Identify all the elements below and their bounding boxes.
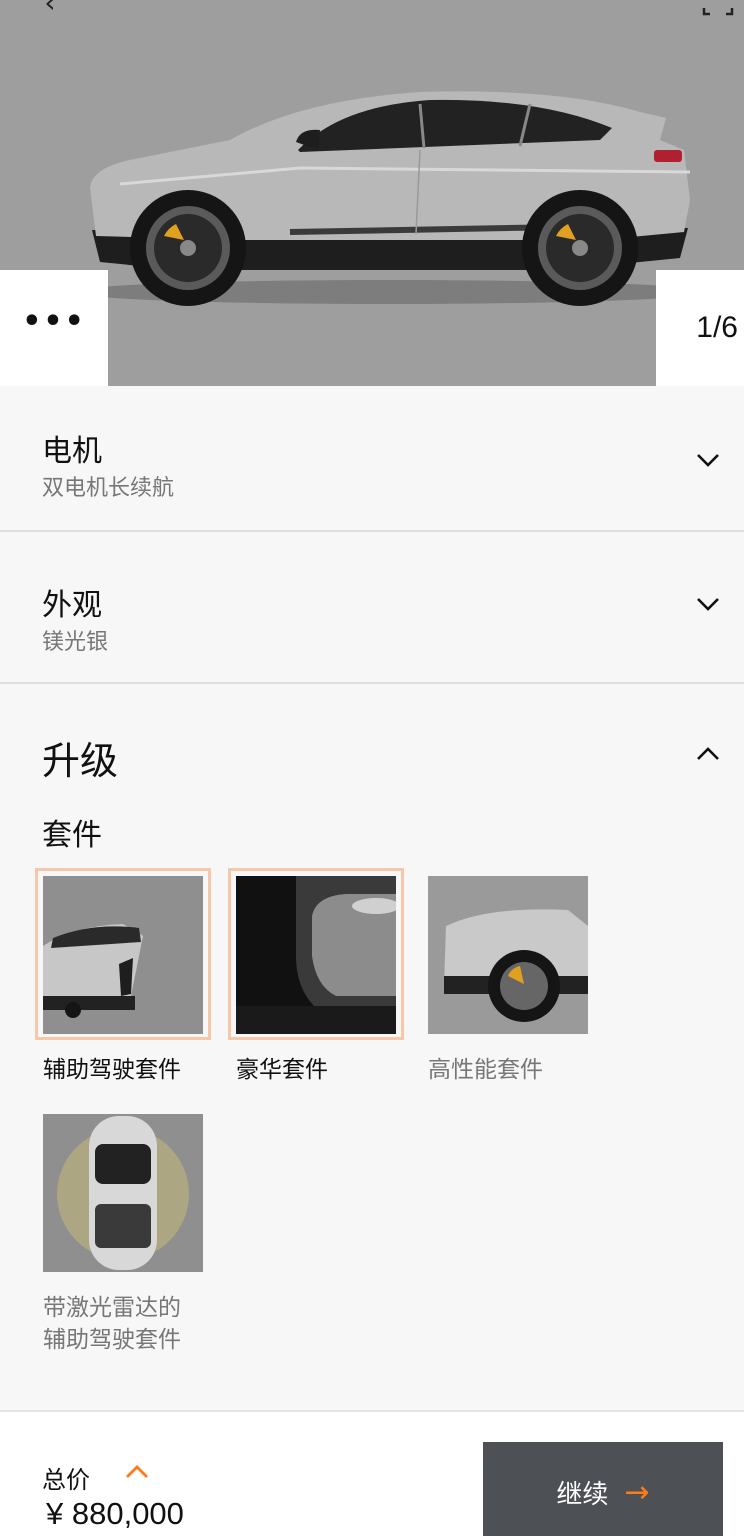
- total-price-value: ¥ 880,000: [46, 1496, 184, 1531]
- chevron-up-icon[interactable]: [694, 740, 722, 768]
- exterior-value: 镁光银: [42, 630, 109, 655]
- car-side-image: [70, 91, 710, 306]
- chevron-down-icon: [697, 598, 719, 611]
- fullscreen-icon[interactable]: [700, 0, 736, 18]
- kit-lidar-label: 带激光雷达的 辅助驾驶套件: [43, 1292, 181, 1356]
- price-footer: 总价 ¥ 880,000 继续 →: [0, 1410, 744, 1536]
- arrow-right-icon: →: [624, 1474, 650, 1510]
- kit-performance-image: [428, 876, 588, 1034]
- kit-lidar-image: [43, 1114, 203, 1272]
- kit-lidar-label-line2: 辅助驾驶套件: [43, 1327, 181, 1354]
- kit-driver-assist-label: 辅助驾驶套件: [43, 1057, 181, 1083]
- exterior-title: 外观: [42, 588, 102, 623]
- kit-performance-label: 高性能套件: [428, 1057, 543, 1083]
- kit-luxury[interactable]: 豪华套件: [228, 868, 404, 1098]
- kit-driver-assist-image: [43, 876, 203, 1034]
- kit-luxury-label: 豪华套件: [236, 1057, 328, 1083]
- kit-luxury-image: [236, 876, 396, 1034]
- motor-section[interactable]: 电机 双电机长续航: [0, 386, 744, 532]
- motor-title: 电机: [42, 434, 102, 469]
- more-icon: •••: [22, 304, 86, 339]
- kit-driver-assist[interactable]: 辅助驾驶套件: [35, 868, 211, 1098]
- upgrades-title: 升级: [42, 739, 119, 783]
- kit-lidar-driver-assist[interactable]: 带激光雷达的 辅助驾驶套件: [35, 1106, 211, 1366]
- chevron-up-icon[interactable]: [124, 1460, 150, 1486]
- car-gallery[interactable]: ‹ ••• 1/6: [0, 0, 744, 386]
- chevron-down-icon: [697, 454, 719, 467]
- continue-label: 继续: [556, 1479, 609, 1510]
- more-options-button[interactable]: •••: [0, 270, 108, 386]
- image-counter-text: 1/6: [696, 311, 738, 344]
- motor-value: 双电机长续航: [42, 476, 175, 501]
- back-icon[interactable]: ‹: [30, 0, 70, 19]
- total-price-label: 总价: [42, 1466, 90, 1494]
- kit-lidar-label-line1: 带激光雷达的: [43, 1295, 181, 1321]
- kit-performance[interactable]: 高性能套件: [420, 868, 596, 1098]
- kits-heading: 套件: [42, 818, 102, 853]
- exterior-section[interactable]: 外观 镁光银: [0, 532, 744, 684]
- continue-button[interactable]: 继续 →: [483, 1442, 723, 1536]
- image-counter: 1/6: [656, 270, 744, 386]
